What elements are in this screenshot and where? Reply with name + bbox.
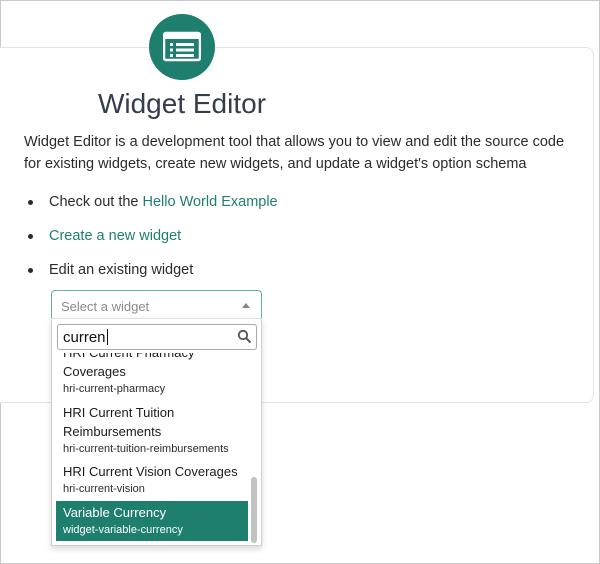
option-hri-current-tuition[interactable]: HRI Current Tuition Reimbursements hri-c… [56, 403, 248, 457]
widget-search-input[interactable] [58, 325, 238, 349]
edit-existing-label: Edit an existing widget [49, 262, 194, 278]
dropdown-scrollbar[interactable] [251, 355, 257, 543]
widget-editor-logo [149, 14, 215, 80]
create-widget-link[interactable]: Create a new widget [49, 228, 181, 244]
option-hri-current-vision[interactable]: HRI Current Vision Coverages hri-current… [56, 462, 248, 497]
option-variable-currency[interactable]: Variable Currency widget-variable-curren… [56, 501, 248, 541]
widget-select[interactable]: Select a widget [51, 290, 262, 321]
dropdown-search[interactable] [57, 324, 257, 350]
option-hri-current-pharmacy[interactable]: HRI Current Pharmacy Coverages hri-curre… [56, 353, 248, 397]
hello-world-link[interactable]: Hello World Example [143, 194, 278, 210]
select-placeholder: Select a widget [61, 299, 150, 314]
page-description: Widget Editor is a development tool that… [24, 134, 565, 172]
option-list: HRI Current Pharmacy Coverages hri-curre… [52, 353, 252, 545]
page-title: Widget Editor [97, 88, 267, 119]
widget-dropdown: HRI Current Pharmacy Coverages hri-curre… [51, 318, 262, 546]
list-icon [163, 31, 201, 62]
search-icon [237, 329, 252, 344]
caret-up-icon[interactable] [242, 303, 250, 308]
scrollbar-thumb[interactable] [251, 477, 257, 543]
